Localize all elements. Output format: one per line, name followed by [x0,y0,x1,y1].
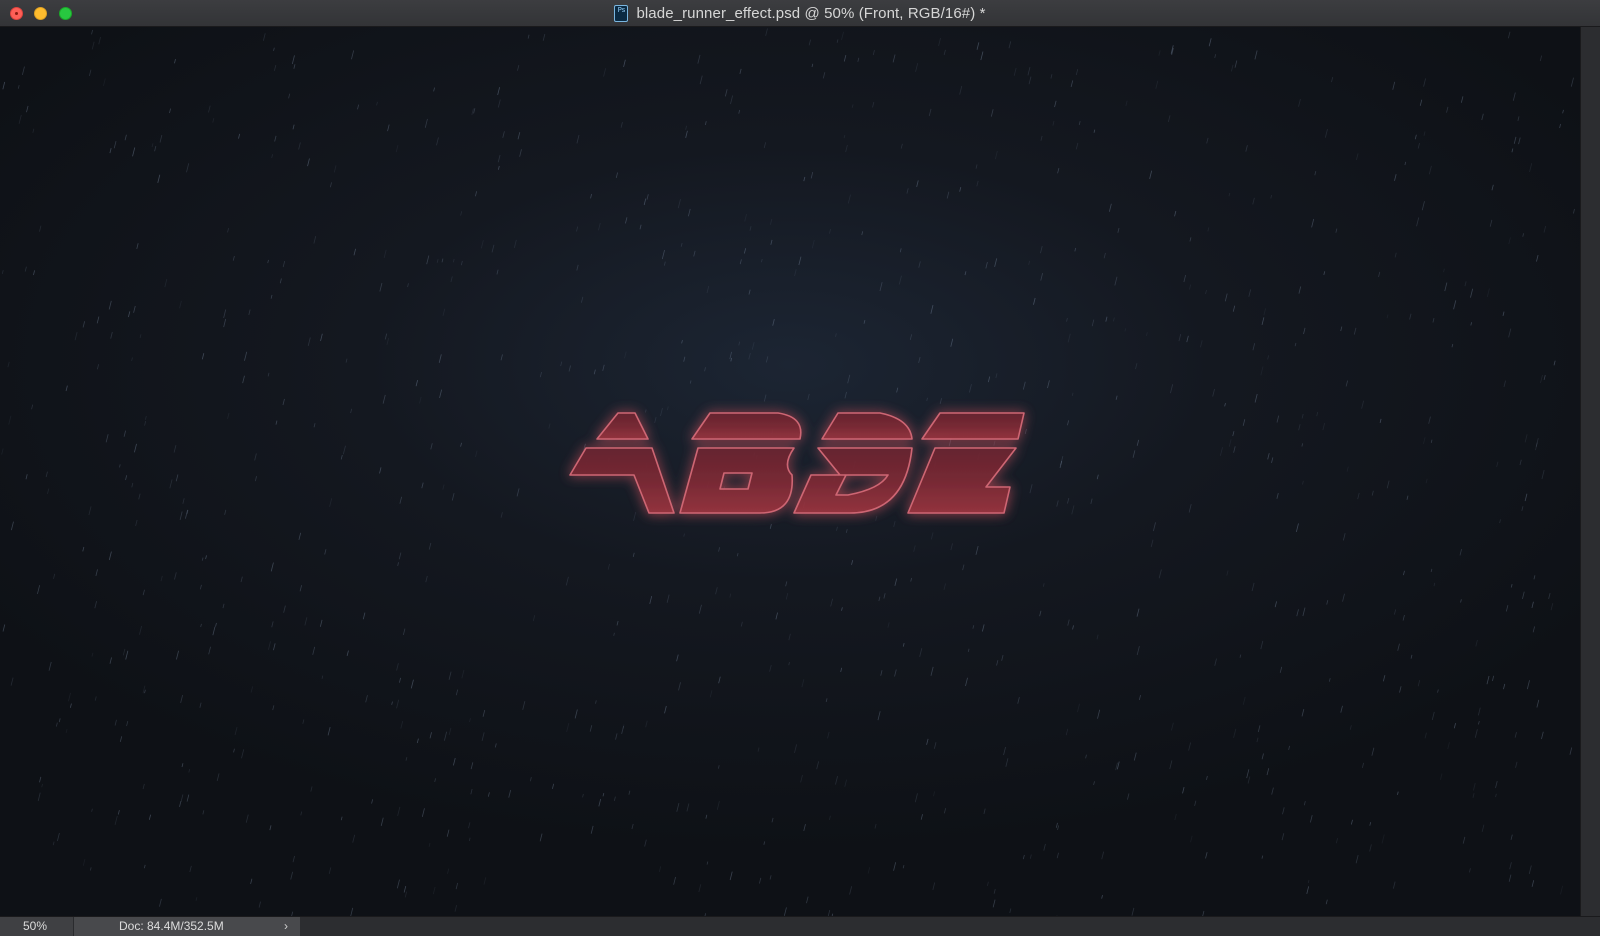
vertical-scrollbar[interactable] [1580,27,1600,916]
document-canvas[interactable] [0,27,1580,916]
letter-b-bottom [679,447,795,514]
zoom-level-field[interactable]: 50% [0,917,74,936]
artwork-layer [569,412,1025,514]
letter-a-top [596,412,649,440]
letter-d-top [821,412,913,440]
letter-b-top [691,412,802,440]
window-title: blade_runner_effect.psd @ 50% (Front, RG… [636,5,986,22]
letter-d-bottom [793,447,913,514]
status-bar: 50% Doc: 84.4M/352.5M › [0,916,1600,936]
photoshop-document-window: Ps blade_runner_effect.psd @ 50% (Front,… [0,0,1600,936]
horizontal-scrollbar[interactable] [300,917,1600,936]
letter-a-bottom [569,447,675,514]
document-size-info[interactable]: Doc: 84.4M/352.5M [74,917,300,936]
status-menu-arrow-icon[interactable]: › [284,917,288,936]
title-group: Ps blade_runner_effect.psd @ 50% (Front,… [0,0,1600,27]
letter-z-top [921,412,1025,440]
ps-file-icon: Ps [614,5,629,22]
letter-z-bottom [907,447,1017,514]
title-bar[interactable]: Ps blade_runner_effect.psd @ 50% (Front,… [0,0,1600,27]
